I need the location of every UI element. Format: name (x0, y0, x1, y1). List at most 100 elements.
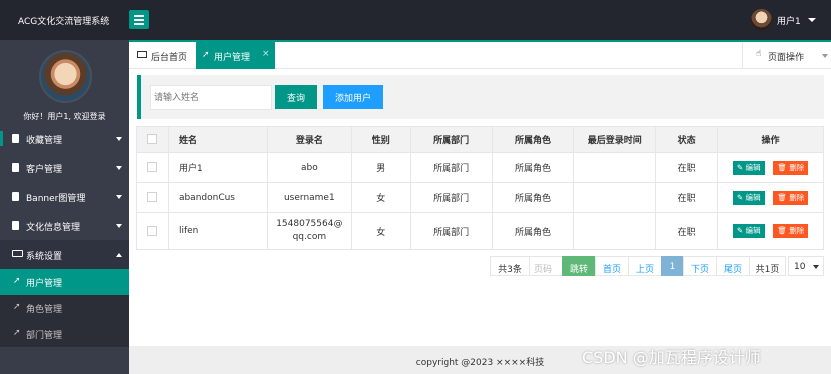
cell-status: 在职 (655, 182, 719, 213)
table-header-row: 姓名 登录名 性别 所属部门 所属角色 最后登录时间 状态 操作 (136, 126, 824, 153)
monitor-icon (137, 51, 147, 58)
page-operations-menu[interactable]: ☝ 页面操作 (742, 42, 831, 69)
row-checkbox[interactable] (147, 225, 158, 236)
row-checkbox[interactable] (147, 162, 158, 173)
row-checkbox[interactable] (147, 192, 158, 203)
table-row: abandonCus username1 女 所属部门 所属角色 在职 ✎ 编辑… (136, 182, 824, 213)
sidebar-subitem-roles[interactable]: ➚ 角色管理 (0, 295, 129, 321)
edit-button[interactable]: ✎ 编辑 (732, 190, 765, 205)
cell-login: abo (266, 152, 352, 183)
chevron-down-icon (116, 195, 122, 199)
query-button[interactable]: 查询 (275, 85, 317, 109)
user-avatar[interactable] (751, 9, 772, 30)
delete-button[interactable]: 🗑 删除 (773, 190, 809, 205)
delete-label: 删除 (789, 192, 805, 202)
pager-total: 共3条 (490, 256, 530, 276)
cell-login: 1548075564@qq.com (266, 212, 352, 250)
cell-role: 所属角色 (491, 182, 575, 213)
jump-button[interactable]: 跳转 (562, 256, 596, 276)
user-table: 姓名 登录名 性别 所属部门 所属角色 最后登录时间 状态 操作 用户1 abo… (136, 126, 824, 250)
chevron-down-icon (116, 224, 122, 228)
cell-actions: ✎ 编辑 🗑 删除 (717, 182, 824, 213)
select-all-cell[interactable] (136, 126, 169, 153)
delete-label: 删除 (789, 162, 805, 172)
cell-dept: 所属部门 (409, 182, 493, 213)
cell-actions: ✎ 编辑 🗑 删除 (717, 212, 824, 250)
active-indicator (0, 131, 3, 146)
menu-toggle-button[interactable] (129, 10, 149, 29)
paper-plane-icon: ➚ (202, 50, 210, 60)
monitor-icon (12, 250, 23, 257)
delete-button[interactable]: 🗑 删除 (773, 160, 809, 175)
cell-actions: ✎ 编辑 🗑 删除 (717, 152, 824, 183)
sidebar-item-collection[interactable]: 收藏管理 (0, 124, 129, 153)
cell-gender: 男 (350, 152, 411, 183)
file-icon (12, 163, 19, 172)
cell-dept: 所属部门 (409, 212, 493, 250)
cell-name: abandonCus (167, 182, 268, 213)
current-page[interactable]: 1 (661, 256, 684, 276)
page-number-input[interactable]: 页码 (529, 256, 563, 276)
sidebar-item-label: 客户管理 (26, 165, 63, 175)
tab-home[interactable]: 后台首页 (129, 42, 195, 69)
last-page-button[interactable]: 尾页 (716, 256, 750, 276)
sidebar-item-label: 收藏管理 (26, 136, 63, 146)
sidebar-item-label: 文化信息管理 (26, 223, 81, 233)
app-title: ACG文化交流管理系统 (18, 17, 110, 27)
chevron-down-icon (822, 54, 828, 58)
delete-label: 删除 (789, 226, 805, 235)
sidebar-item-customers[interactable]: 客户管理 (0, 153, 129, 182)
greeting-text: 你好！用户1, 欢迎登录 (23, 112, 106, 121)
row-select-cell[interactable] (136, 212, 169, 250)
column-header: 性别 (350, 126, 411, 153)
sidebar-subitem-users[interactable]: ➚ 用户管理 (0, 269, 129, 295)
sidebar-item-banner[interactable]: Banner图管理 (0, 182, 129, 211)
column-header: 所属角色 (491, 126, 575, 153)
next-page-button[interactable]: 下页 (683, 256, 717, 276)
row-select-cell[interactable] (136, 152, 169, 183)
select-all-checkbox[interactable] (147, 134, 158, 145)
tab-bar: 后台首页 ➚ 用户管理 × ☝ 页面操作 (129, 40, 831, 69)
column-header: 状态 (655, 126, 719, 153)
delete-button[interactable]: 🗑 删除 (773, 224, 809, 238)
sidebar-item-label: Banner图管理 (26, 194, 86, 204)
cell-name: 用户1 (167, 152, 268, 183)
edit-button[interactable]: ✎ 编辑 (732, 160, 765, 175)
paper-plane-icon: ➚ (13, 302, 21, 312)
tab-label: 用户管理 (214, 53, 251, 63)
cell-role: 所属角色 (491, 152, 575, 183)
watermark-text: CSDN @加瓦程序设计师 (582, 348, 761, 367)
cell-login: username1 (266, 182, 352, 213)
prev-page-button[interactable]: 上页 (628, 256, 662, 276)
column-header: 操作 (717, 126, 824, 153)
column-header: 所属部门 (409, 126, 493, 153)
cell-status: 在职 (655, 152, 719, 183)
sidebar-nav: 收藏管理 客户管理 Banner图管理 文化信息管理 系统设置 ➚ 用户管理 ➚… (0, 124, 129, 347)
column-header: 姓名 (167, 126, 268, 153)
edit-button[interactable]: ✎ 编辑 (732, 224, 765, 238)
chevron-down-icon[interactable] (808, 18, 816, 22)
file-icon (12, 221, 19, 230)
sidebar-item-label: 系统设置 (26, 252, 63, 262)
search-input[interactable] (150, 85, 272, 110)
row-select-cell[interactable] (136, 182, 169, 213)
profile-avatar (39, 50, 92, 103)
edit-label: 编辑 (745, 226, 761, 235)
paper-plane-icon: ➚ (13, 328, 21, 338)
cell-dept: 所属部门 (409, 152, 493, 183)
sidebar-item-system-settings[interactable]: 系统设置 (0, 240, 129, 269)
page-size-select[interactable]: 10 (788, 256, 824, 276)
chevron-up-icon (116, 253, 122, 257)
sidebar-item-culture-info[interactable]: 文化信息管理 (0, 211, 129, 240)
cell-last-login (573, 212, 657, 250)
sidebar: 你好！用户1, 欢迎登录 收藏管理 客户管理 Banner图管理 文化信息管理 … (0, 40, 129, 374)
add-user-button[interactable]: 添加用户 (323, 85, 383, 109)
user-name[interactable]: 用户1 (777, 14, 801, 27)
pager-pages: 共1页 (749, 256, 786, 276)
first-page-button[interactable]: 首页 (595, 256, 629, 276)
tab-user-management[interactable]: ➚ 用户管理 × (196, 42, 275, 69)
sidebar-subitem-departments[interactable]: ➚ 部门管理 (0, 321, 129, 347)
file-icon (12, 134, 19, 143)
close-icon[interactable]: × (262, 49, 270, 59)
sidebar-subitem-label: 角色管理 (26, 305, 63, 315)
